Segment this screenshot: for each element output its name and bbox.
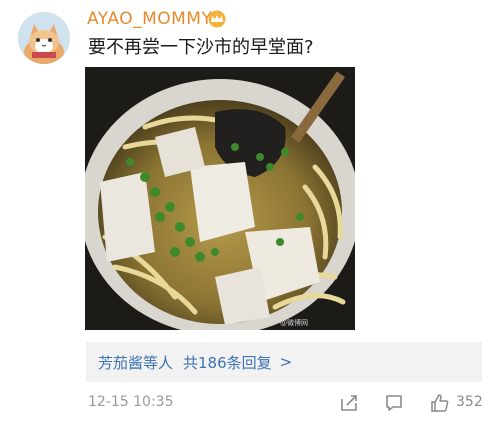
replies-summary[interactable]: 芳茄酱等人 共186条回复 > [86, 342, 482, 382]
post-image[interactable]: @微博网 [85, 67, 355, 330]
vip-crown-icon [207, 10, 227, 28]
chevron-right-icon: > [279, 353, 293, 371]
image-watermark: @微博网 [280, 319, 308, 327]
comment-text: 要不再尝一下沙市的早堂面? [88, 37, 314, 58]
reply-authors[interactable]: 芳茄酱等人 [98, 352, 173, 373]
cat-avatar-icon [18, 12, 70, 64]
username[interactable]: AYAO_MOMMY [87, 8, 212, 30]
like-icon[interactable] [430, 393, 450, 413]
noodle-bowl-image [85, 67, 355, 330]
comment-icon[interactable] [384, 393, 404, 413]
like-count: 352 [456, 394, 483, 410]
timestamp: 12-15 10:35 [88, 394, 174, 410]
avatar[interactable] [18, 12, 70, 64]
share-icon[interactable] [339, 393, 359, 413]
reply-count: 共186条回复 [183, 353, 272, 372]
